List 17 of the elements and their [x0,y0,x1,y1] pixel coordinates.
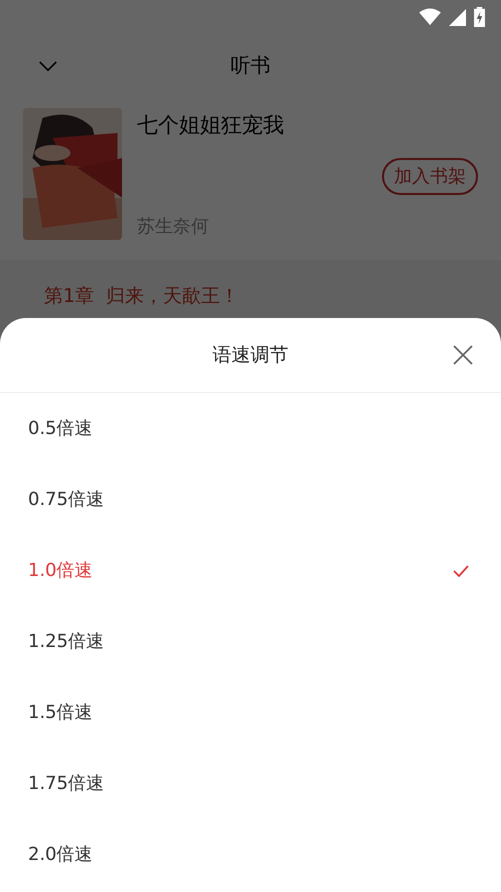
chevron-down-icon[interactable] [38,61,58,72]
sheet-title: 语速调节 [212,342,288,368]
battery-icon [474,7,485,27]
book-title: 七个姐姐狂宠我 [137,112,285,139]
check-icon [453,564,469,576]
speed-option[interactable]: 0.5倍速 [0,393,501,464]
speed-option[interactable]: 1.75倍速 [0,748,501,819]
close-icon[interactable] [453,345,473,365]
wifi-icon [419,8,441,26]
speed-option[interactable]: 1.25倍速 [0,606,501,677]
speed-option[interactable]: 2.0倍速 [0,819,501,890]
speed-option[interactable]: 0.75倍速 [0,464,501,535]
speed-option[interactable]: 1.5倍速 [0,677,501,748]
page-title: 听书 [230,52,270,79]
signal-icon [449,8,466,26]
chapter-title: 第1章 归来，天歃王！ [44,285,240,307]
speed-option[interactable]: 1.0倍速 [0,535,501,606]
